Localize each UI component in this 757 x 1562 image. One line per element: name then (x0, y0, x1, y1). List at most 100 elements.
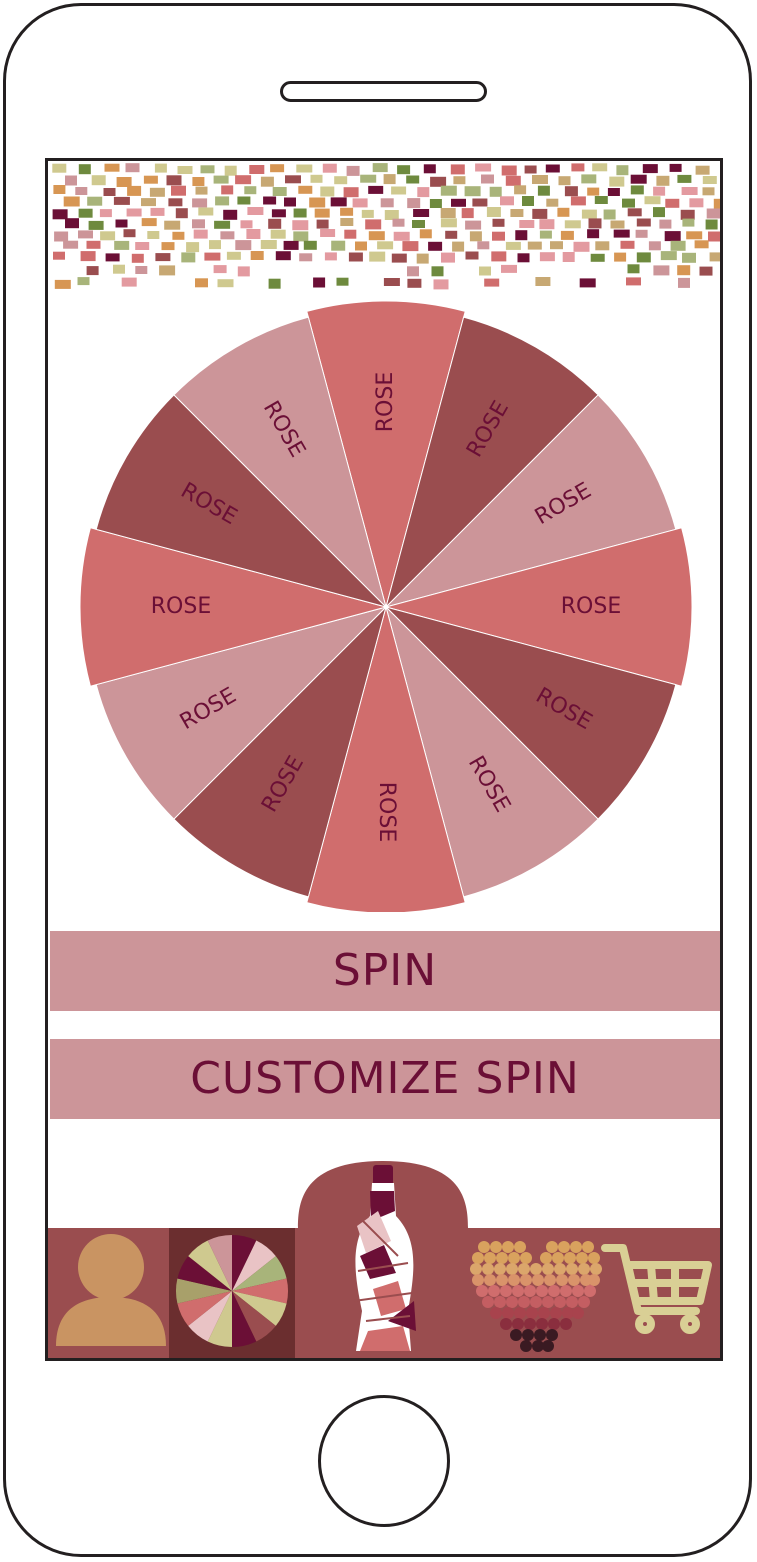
confetti-piece (428, 241, 443, 251)
confetti-piece (486, 207, 501, 217)
confetti-piece (260, 240, 277, 249)
confetti-piece (545, 164, 560, 173)
confetti-piece (368, 231, 385, 241)
confetti-piece (627, 208, 642, 217)
confetti-piece (270, 164, 285, 173)
confetti-piece (100, 231, 116, 241)
confetti-piece (223, 209, 238, 220)
confetti-piece (505, 241, 521, 250)
app-screen: ROSE ROSE ROSE ROSE ROSE ROSE ROSE ROSE ROSE ROSE… (45, 158, 723, 1361)
confetti-piece (272, 187, 287, 196)
confetti-piece (670, 240, 686, 251)
confetti-piece (627, 264, 640, 274)
confetti-piece (309, 197, 326, 208)
confetti-piece (622, 198, 635, 208)
confetti-piece (558, 176, 571, 186)
confetti-piece (348, 252, 363, 262)
home-button[interactable] (318, 1395, 450, 1527)
confetti-piece (99, 209, 112, 218)
confetti-piece (705, 219, 718, 230)
confetti-piece (469, 231, 482, 242)
confetti-piece (192, 198, 208, 208)
confetti-piece (686, 231, 703, 240)
confetti-piece (320, 229, 336, 237)
confetti-piece (154, 163, 167, 173)
confetti-piece (550, 241, 563, 250)
confetti-piece (560, 230, 574, 240)
spin-button[interactable]: SPIN (50, 931, 720, 1011)
confetti-piece (465, 251, 479, 260)
confetti-piece (316, 219, 329, 229)
confetti-piece (172, 231, 185, 240)
confetti-piece (653, 207, 665, 218)
confetti-piece (665, 198, 680, 208)
confetti-piece (65, 218, 79, 229)
confetti-piece (131, 253, 144, 263)
confetti-piece (453, 176, 466, 185)
confetti-piece (260, 176, 274, 187)
confetti-piece (141, 198, 156, 207)
confetti-piece (537, 185, 550, 196)
confetti-piece (86, 240, 101, 249)
confetti-piece (330, 197, 347, 207)
confetti-piece (430, 176, 447, 187)
confetti-piece (642, 164, 658, 174)
confetti-piece (78, 230, 93, 239)
confetti-piece (372, 163, 388, 173)
confetti-piece (481, 174, 494, 184)
confetti-piece (235, 240, 252, 251)
confetti-piece (271, 209, 286, 218)
confetti-piece (524, 165, 537, 174)
spin-wheel[interactable]: ROSE ROSEROSEROSEROSEROSEROSEROSEROSEROSE… (66, 294, 706, 912)
confetti-piece (413, 209, 430, 217)
confetti-piece (344, 229, 357, 239)
confetti-piece (680, 209, 695, 220)
confetti-piece (177, 166, 193, 174)
confetti-piece (80, 251, 96, 262)
confetti-piece (249, 165, 265, 174)
confetti-piece (682, 218, 695, 227)
confetti-piece (709, 252, 720, 262)
confetti-piece (522, 196, 534, 206)
confetti-piece (644, 196, 661, 205)
confetti-piece (213, 175, 229, 184)
confetti-piece (380, 198, 394, 208)
confetti-piece (78, 208, 93, 218)
confetti-piece (406, 175, 420, 184)
confetti-piece (78, 164, 91, 175)
confetti-piece (630, 185, 644, 195)
confetti-piece (164, 220, 181, 230)
confetti-piece (214, 220, 231, 229)
confetti-piece (336, 277, 349, 286)
confetti-piece (200, 165, 215, 174)
confetti-piece (489, 186, 502, 197)
confetti-piece (570, 196, 586, 206)
confetti-piece (472, 198, 488, 207)
customize-spin-button[interactable]: CUSTOMIZE SPIN (50, 1039, 720, 1119)
confetti-piece (340, 207, 354, 216)
confetti-piece (630, 174, 647, 184)
confetti-piece (620, 240, 635, 249)
confetti-piece (440, 218, 457, 228)
confetti-piece (546, 198, 559, 207)
confetti-piece (283, 240, 299, 250)
confetti-piece (539, 230, 552, 239)
confetti-piece (587, 187, 600, 196)
confetti-piece (626, 277, 641, 286)
confetti-piece (340, 218, 354, 226)
confetti-piece (113, 264, 125, 274)
confetti-piece (244, 186, 257, 195)
tab-wheel[interactable] (169, 1228, 295, 1358)
confetti-piece (334, 176, 348, 185)
phone-frame: ROSE ROSE ROSE ROSE ROSE ROSE ROSE ROSE ROSE ROSE… (3, 3, 752, 1557)
confetti-piece (595, 241, 610, 251)
confetti-piece (694, 240, 709, 249)
confetti-piece (664, 231, 681, 242)
confetti-piece (505, 175, 521, 186)
confetti-piece (104, 163, 120, 172)
confetti-piece (192, 177, 205, 186)
confetti-piece (579, 278, 596, 288)
confetti-piece (193, 229, 208, 239)
confetti-piece (535, 277, 551, 286)
confetti-piece (186, 242, 200, 253)
